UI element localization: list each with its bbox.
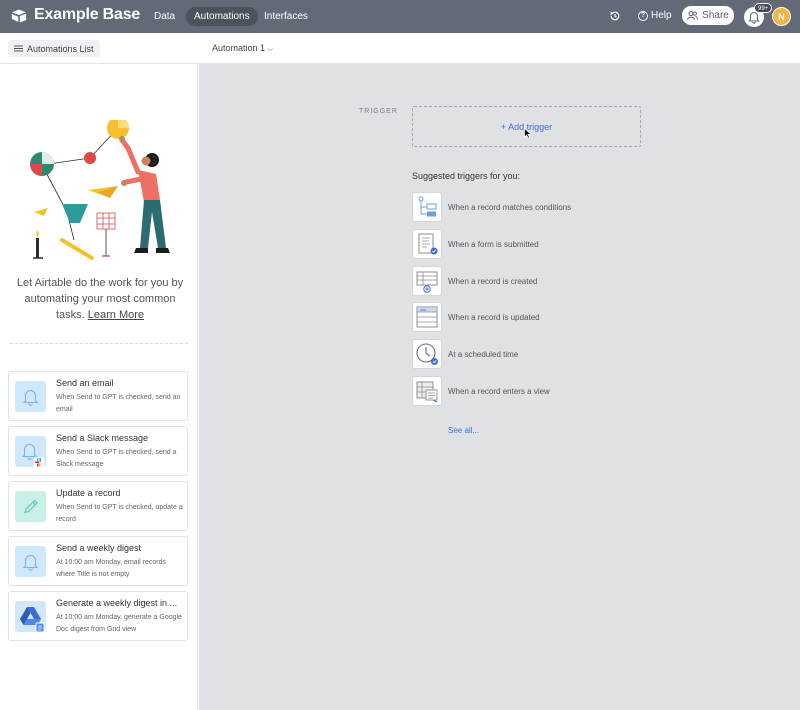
automation-name-dropdown[interactable]: Automation 1 ⌵ bbox=[212, 43, 273, 54]
notification-badge: 99+ bbox=[754, 3, 773, 13]
pencil-icon bbox=[15, 491, 46, 522]
users-icon bbox=[687, 11, 699, 20]
trigger-option-form-submitted[interactable]: When a form is submitted bbox=[412, 228, 539, 260]
bell-icon bbox=[15, 381, 46, 412]
tab-data[interactable]: Data bbox=[146, 7, 183, 26]
card-description: At 10:00 am Monday, email records where … bbox=[56, 559, 166, 578]
card-description: When Send to GPT is checked, send an ema… bbox=[56, 394, 181, 413]
trigger-option-record-created[interactable]: When a record is created bbox=[412, 265, 537, 297]
add-trigger-button[interactable]: + Add trigger bbox=[412, 106, 641, 147]
bell-slack-icon bbox=[15, 436, 46, 467]
share-button[interactable]: Share bbox=[682, 6, 734, 25]
trigger-option-record-updated[interactable]: When a record is updated bbox=[412, 301, 540, 333]
google-drive-icon bbox=[15, 601, 46, 633]
automations-list-label: Automations List bbox=[27, 43, 94, 54]
record-created-icon bbox=[412, 266, 442, 296]
bell-icon bbox=[15, 546, 46, 577]
tab-interfaces[interactable]: Interfaces bbox=[256, 7, 316, 26]
card-description: At 10:00 am Monday, generate a Google Do… bbox=[56, 614, 182, 633]
clock-icon bbox=[412, 339, 442, 369]
suggestion-card-weekly-digest[interactable]: Send a weekly digest At 10:00 am Monday,… bbox=[8, 536, 188, 586]
avatar[interactable]: N bbox=[772, 7, 791, 26]
learn-more-link[interactable]: Learn More bbox=[88, 309, 144, 321]
sidebar-divider bbox=[10, 343, 188, 344]
conditions-icon bbox=[412, 192, 442, 222]
chevron-down-icon[interactable]: ⌵ bbox=[126, 10, 133, 21]
suggestion-card-slack-message[interactable]: Send a Slack message When Send to GPT is… bbox=[8, 426, 188, 476]
history-icon[interactable] bbox=[609, 10, 621, 22]
sidebar: Let Airtable do the work for you by auto… bbox=[0, 64, 198, 710]
card-description: When Send to GPT is checked, send a Slac… bbox=[56, 449, 177, 468]
automation-illustration bbox=[30, 120, 170, 260]
help-icon: ? bbox=[638, 10, 648, 21]
automation-name: Automation 1 bbox=[212, 43, 266, 53]
airtable-logo-icon[interactable] bbox=[11, 9, 27, 23]
automations-list-button[interactable]: Automations List bbox=[8, 40, 100, 57]
card-title: Send a weekly digest bbox=[56, 543, 142, 553]
trigger-option-enters-view[interactable]: When a record enters a view bbox=[412, 375, 550, 407]
card-title: Send a Slack message bbox=[56, 433, 149, 443]
trigger-option-label: When a form is submitted bbox=[448, 239, 539, 249]
menu-icon bbox=[14, 45, 23, 52]
toolbar: Automations List Automation 1 ⌵ bbox=[0, 33, 800, 64]
trigger-option-matches-conditions[interactable]: When a record matches conditions bbox=[412, 191, 571, 223]
trigger-option-label: When a record is updated bbox=[448, 312, 540, 322]
card-title: Update a record bbox=[56, 488, 121, 498]
suggestion-card-send-email[interactable]: Send an email When Send to GPT is checke… bbox=[8, 371, 188, 421]
share-label: Share bbox=[702, 10, 729, 21]
trigger-option-label: At a scheduled time bbox=[448, 349, 519, 359]
view-icon bbox=[412, 376, 442, 406]
top-bar: Example Base ⌵ Data Automations Interfac… bbox=[0, 0, 800, 33]
help-button[interactable]: ? Help bbox=[638, 10, 672, 21]
trigger-label: TRIGGER bbox=[359, 108, 398, 115]
record-updated-icon bbox=[412, 302, 442, 332]
see-all-link[interactable]: See all... bbox=[448, 426, 479, 435]
chevron-down-icon: ⌵ bbox=[267, 46, 273, 53]
card-title: Send an email bbox=[56, 378, 114, 388]
tab-automations[interactable]: Automations bbox=[186, 7, 258, 26]
trigger-option-label: When a record is created bbox=[448, 276, 538, 286]
form-icon bbox=[412, 229, 442, 259]
trigger-option-label: When a record enters a view bbox=[448, 386, 550, 396]
card-title: Generate a weekly digest in ... bbox=[56, 598, 178, 608]
trigger-option-scheduled-time[interactable]: At a scheduled time bbox=[412, 338, 518, 370]
trigger-option-label: When a record matches conditions bbox=[448, 202, 572, 212]
automation-canvas: TRIGGER + Add trigger Suggested triggers… bbox=[199, 64, 800, 710]
intro-text: Let Airtable do the work for you by auto… bbox=[14, 275, 186, 323]
suggestion-card-update-record[interactable]: Update a record When Send to GPT is chec… bbox=[8, 481, 188, 531]
mouse-cursor-icon bbox=[524, 128, 532, 139]
suggestion-card-google-doc-digest[interactable]: Generate a weekly digest in ... At 10:00… bbox=[8, 591, 188, 641]
help-label: Help bbox=[651, 10, 672, 21]
base-name[interactable]: Example Base bbox=[34, 6, 140, 24]
suggested-triggers-heading: Suggested triggers for you: bbox=[412, 171, 521, 181]
card-description: When Send to GPT is checked, update a re… bbox=[56, 504, 183, 523]
